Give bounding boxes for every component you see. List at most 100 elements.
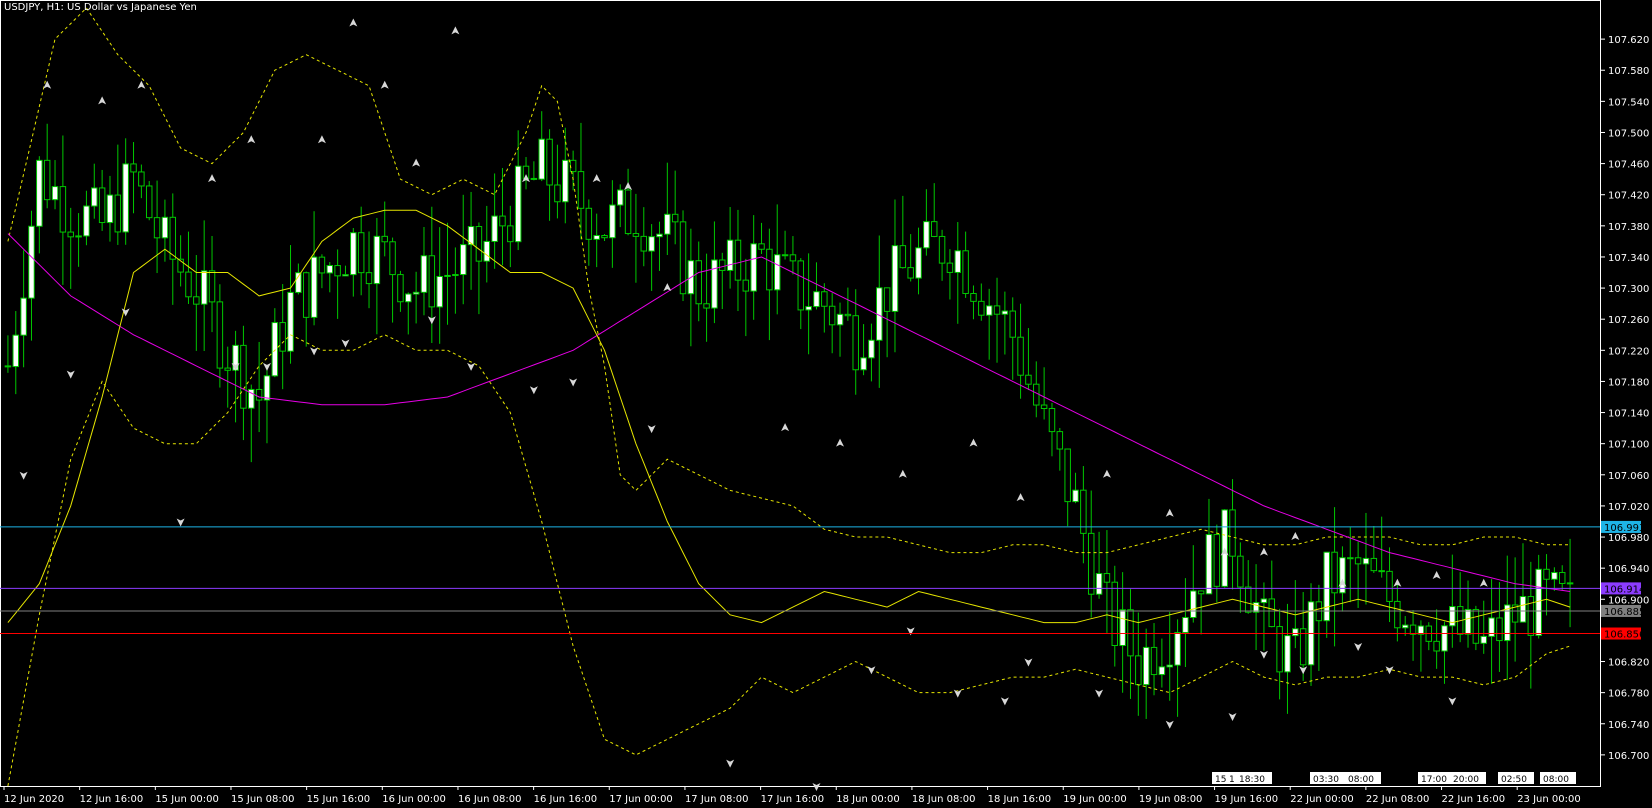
candle-body	[1354, 557, 1362, 565]
candle-body	[1268, 598, 1276, 628]
fractal-down-arrow	[1000, 697, 1009, 706]
fractal-up-arrow	[1432, 570, 1441, 579]
candle-body	[962, 250, 969, 294]
candle-body	[514, 165, 522, 243]
candle-body	[703, 303, 710, 309]
y-tick-label: 107.460	[1608, 160, 1649, 171]
candle-body	[287, 291, 294, 352]
candle-body	[1213, 534, 1221, 587]
slow-ma-line	[7, 233, 1571, 592]
candle-body	[240, 344, 247, 409]
candle-body	[428, 255, 436, 308]
candle-body	[91, 187, 98, 207]
price-tag-label: 106.885	[1604, 607, 1645, 618]
candle-body	[412, 291, 420, 295]
candle-body	[891, 245, 899, 312]
candle-body	[310, 256, 318, 318]
candle-body	[420, 255, 428, 293]
fractal-up-arrow	[247, 135, 256, 144]
candle-body	[1284, 635, 1291, 673]
time-label-text: 08:00	[1348, 775, 1374, 785]
fractal-up-arrow	[969, 438, 978, 447]
candle-body	[648, 236, 655, 252]
candle-body	[797, 260, 805, 311]
candle-body	[609, 204, 616, 239]
x-tick-label: 19 Jun 16:00	[1215, 794, 1279, 805]
candle-body	[1339, 557, 1346, 594]
candle-body	[1103, 573, 1111, 583]
y-tick-label: 107.380	[1608, 222, 1649, 233]
candle-body	[577, 171, 585, 209]
candle-body	[1519, 596, 1527, 623]
y-tick-label: 107.540	[1608, 97, 1649, 108]
fractal-down-arrow	[66, 370, 75, 379]
candle-body	[766, 248, 773, 291]
candle-body	[436, 275, 443, 308]
fractal-down-arrow	[569, 378, 578, 387]
candle-body	[357, 232, 365, 274]
fractal-down-arrow	[726, 759, 735, 768]
candle-body	[1472, 608, 1480, 644]
candle-body	[216, 301, 224, 369]
candle-body	[530, 177, 538, 180]
candle-body	[821, 291, 828, 307]
candle-body	[1464, 608, 1472, 635]
candle-body	[1048, 408, 1056, 433]
candle-body	[1347, 557, 1354, 560]
candle-body	[1158, 666, 1166, 676]
candle-body	[852, 315, 859, 371]
candle-body	[930, 221, 938, 237]
chart-area[interactable]: 107.620 107.580 107.540 107.500 107.460 107.4…	[0, 0, 1652, 808]
candle-body	[444, 274, 451, 277]
candle-body	[789, 254, 797, 262]
candle-body	[1496, 617, 1503, 642]
candle-body	[938, 235, 946, 264]
candle-body	[1166, 664, 1173, 668]
fractal-down-arrow	[1024, 658, 1033, 667]
candle-body	[781, 254, 789, 257]
candle-body	[263, 375, 271, 401]
x-tick-label: 22 Jun 08:00	[1366, 794, 1430, 805]
candle-body	[1292, 628, 1299, 637]
candle-body	[200, 270, 208, 305]
candle-body	[805, 306, 812, 311]
fractal-up-arrow	[781, 423, 790, 432]
candle-body	[1558, 572, 1566, 584]
x-tick-label: 18 Jun 00:00	[836, 794, 900, 805]
candle-body	[569, 159, 577, 173]
candle-body	[1087, 532, 1095, 595]
fractal-down-arrow	[1228, 712, 1237, 721]
candle-body	[1142, 646, 1150, 686]
candle-body	[1135, 655, 1142, 686]
y-tick-label: 107.580	[1608, 66, 1649, 77]
candle-body	[656, 233, 663, 238]
time-label-text: 03:30	[1313, 775, 1339, 785]
candle-body	[185, 271, 192, 298]
candle-body	[1299, 628, 1307, 666]
candle-body	[1401, 624, 1409, 629]
candle-body	[1378, 570, 1385, 573]
x-tick-label: 17 Jun 00:00	[609, 794, 673, 805]
candle-body	[970, 292, 977, 302]
candle-body	[554, 184, 561, 203]
candle-body	[813, 291, 820, 308]
candle-body	[695, 260, 702, 305]
candle-body	[1182, 616, 1189, 633]
time-label-text: 17:00	[1421, 775, 1447, 785]
candle-body	[83, 205, 90, 237]
candle-body	[499, 215, 506, 227]
candle-body	[1001, 310, 1009, 315]
candle-body	[483, 240, 491, 262]
candle-body	[993, 305, 1001, 315]
candle-body	[742, 279, 750, 292]
candle-body	[1095, 573, 1103, 595]
candle-body	[98, 187, 106, 224]
candle-body	[616, 189, 624, 206]
candle-body	[138, 171, 145, 187]
y-tick-label: 106.820	[1608, 658, 1649, 669]
candle-body	[946, 262, 954, 273]
time-label-text: 20:00	[1453, 775, 1479, 785]
y-tick-label: 107.500	[1608, 128, 1649, 139]
time-label-text: 02:50	[1501, 775, 1527, 785]
x-tick-label: 16 Jun 00:00	[382, 794, 446, 805]
